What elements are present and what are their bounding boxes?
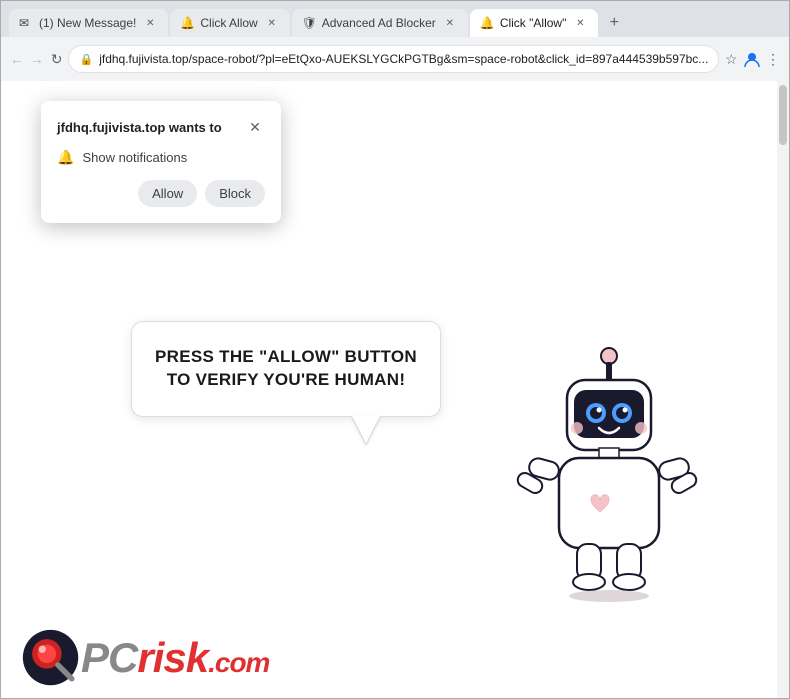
tab-title-3: Advanced Ad Blocker [322, 16, 436, 30]
tab-favicon-2: 🔔 [180, 16, 194, 30]
reload-button[interactable]: ↻ [49, 45, 65, 73]
tab-close-1[interactable]: ✕ [142, 15, 158, 31]
page-content: jfdhq.fujivista.top wants to ✕ 🔔 Show no… [1, 81, 789, 698]
speech-bubble: PRESS THE "ALLOW" BUTTON TO VERIFY YOU'R… [131, 321, 441, 417]
tab-new-message[interactable]: ✉ (1) New Message! ✕ [9, 9, 168, 37]
pcrisk-text: PCrisk.com [81, 634, 269, 682]
notification-popup: jfdhq.fujivista.top wants to ✕ 🔔 Show no… [41, 101, 281, 223]
chrome-menu-button[interactable]: ⋮ [765, 45, 781, 73]
popup-header: jfdhq.fujivista.top wants to ✕ [57, 117, 265, 137]
tab-title-2: Click Allow [200, 16, 257, 30]
forward-button[interactable]: → [29, 45, 45, 73]
scrollbar[interactable] [777, 81, 789, 698]
tab-title-4: Click "Allow" [500, 16, 567, 30]
profile-button[interactable] [743, 45, 761, 73]
notification-text: Show notifications [82, 150, 187, 165]
tab-close-4[interactable]: ✕ [572, 15, 588, 31]
tab-adblocker[interactable]: 🛡 Advanced Ad Blocker ✕ [292, 9, 468, 37]
back-button[interactable]: ← [9, 45, 25, 73]
popup-title: jfdhq.fujivista.top wants to [57, 120, 222, 135]
tab-favicon-4: 🔔 [480, 16, 494, 30]
address-bar[interactable]: 🔒 jfdhq.fujivista.top/space-robot/?pl=eE… [68, 45, 719, 73]
bubble-text: PRESS THE "ALLOW" BUTTON TO VERIFY YOU'R… [155, 347, 417, 389]
tab-close-2[interactable]: ✕ [264, 15, 280, 31]
robot-illustration [499, 338, 729, 618]
bookmark-button[interactable]: ☆ [723, 45, 739, 73]
scrollbar-thumb[interactable] [779, 85, 787, 145]
pcrisk-logo: PCrisk.com [21, 628, 269, 688]
pcrisk-icon-svg [21, 628, 81, 688]
tab-favicon-1: ✉ [19, 16, 33, 30]
new-tab-button[interactable]: + [600, 9, 628, 37]
tab-title-1: (1) New Message! [39, 16, 136, 30]
url-text: jfdhq.fujivista.top/space-robot/?pl=eEtQ… [99, 52, 708, 66]
lock-icon: 🔒 [79, 53, 93, 66]
bell-icon: 🔔 [57, 149, 74, 166]
allow-button[interactable]: Allow [138, 180, 197, 207]
notification-item: 🔔 Show notifications [57, 149, 265, 166]
tab-click-allow[interactable]: 🔔 Click Allow ✕ [170, 9, 289, 37]
tab-active[interactable]: 🔔 Click "Allow" ✕ [470, 9, 599, 37]
robot-svg [499, 338, 719, 618]
browser-window: ✉ (1) New Message! ✕ 🔔 Click Allow ✕ 🛡 A… [0, 0, 790, 699]
dotcom-part: .com [208, 647, 269, 678]
tab-favicon-3: 🛡 [302, 16, 316, 30]
tab-close-3[interactable]: ✕ [442, 15, 458, 31]
risk-part: risk [137, 634, 208, 681]
tab-bar: ✉ (1) New Message! ✕ 🔔 Click Allow ✕ 🛡 A… [1, 1, 789, 37]
popup-close-button[interactable]: ✕ [245, 117, 265, 137]
address-bar-area: ← → ↻ 🔒 jfdhq.fujivista.top/space-robot/… [1, 37, 789, 81]
popup-buttons: Allow Block [57, 180, 265, 207]
pc-part: PC [81, 634, 137, 681]
block-button[interactable]: Block [205, 180, 265, 207]
